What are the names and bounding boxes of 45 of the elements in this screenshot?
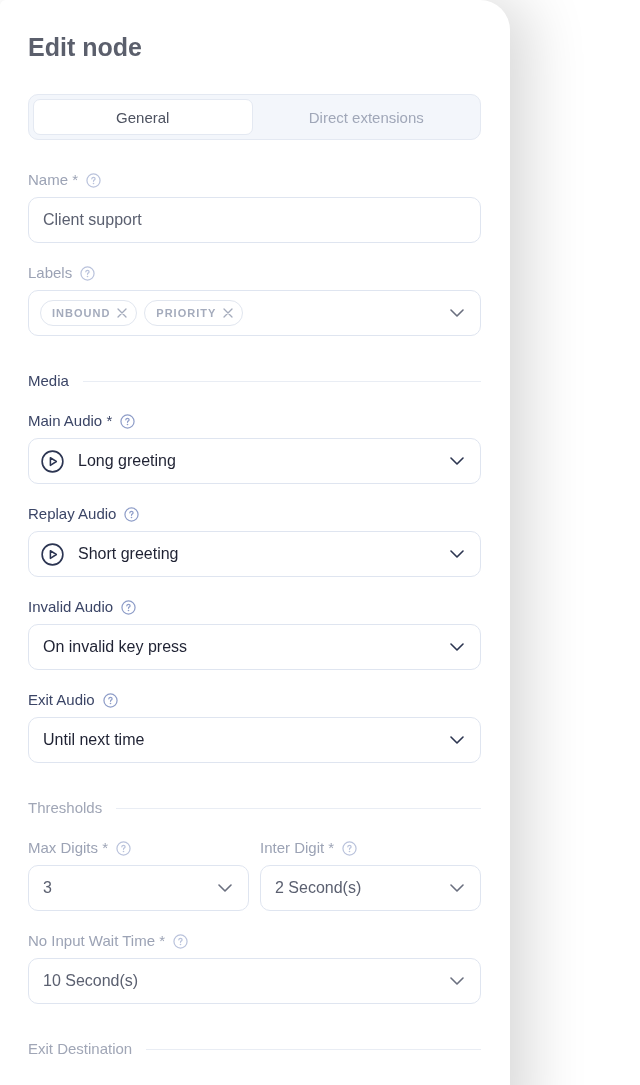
field-label: Invalid Audio — [28, 597, 114, 617]
help-icon[interactable] — [80, 265, 96, 281]
tab[interactable]: General — [33, 99, 253, 135]
field-label: Max Digits * — [28, 838, 109, 858]
tag-text: PRIORITY — [156, 307, 217, 319]
chevron-down-icon — [450, 309, 464, 317]
tag-text: INBOUND — [52, 307, 111, 319]
dropdown-select[interactable]: 3 — [28, 865, 249, 911]
field-label: Replay Audio — [28, 504, 117, 524]
section-heading: Thresholds — [28, 798, 103, 818]
help-icon[interactable] — [116, 840, 132, 856]
field-label: No Input Wait Time * — [28, 931, 165, 951]
dropdown-select[interactable]: On invalid key press — [28, 624, 481, 670]
field-label: Main Audio * — [28, 411, 113, 431]
remove-icon[interactable] — [223, 308, 234, 318]
field-label: Name * — [28, 170, 79, 190]
help-icon[interactable] — [173, 933, 188, 949]
name-input[interactable]: Client support — [28, 197, 481, 243]
help-icon[interactable] — [102, 692, 118, 708]
section-heading: Media — [28, 371, 69, 391]
chevron-down-icon — [450, 736, 464, 744]
dropdown-select[interactable]: 2 Second(s) — [260, 865, 481, 911]
chevron-down-icon — [450, 884, 464, 892]
help-icon[interactable] — [86, 172, 102, 188]
dropdown-select[interactable]: Until next time — [28, 717, 481, 763]
chevron-down-icon — [450, 457, 464, 465]
chevron-down-icon — [450, 977, 464, 985]
help-icon[interactable] — [124, 506, 140, 522]
help-icon[interactable] — [121, 599, 137, 615]
field-label: Inter Digit * — [260, 838, 335, 858]
play-icon[interactable] — [41, 542, 64, 566]
play-icon[interactable] — [41, 449, 64, 473]
chevron-down-icon — [450, 550, 464, 558]
help-icon[interactable] — [120, 413, 136, 429]
remove-icon[interactable] — [117, 308, 128, 318]
field-label: Labels — [28, 263, 73, 283]
chevron-down-icon — [450, 643, 464, 651]
audio-select[interactable]: Long greeting — [28, 438, 481, 484]
field-label: Exit Audio — [28, 690, 95, 710]
panel-title: Edit node — [28, 32, 143, 63]
chevron-down-icon — [218, 884, 232, 892]
audio-select[interactable]: Short greeting — [28, 531, 481, 577]
section-heading: Exit Destination — [28, 1039, 133, 1059]
dropdown-select[interactable]: 10 Second(s) — [28, 958, 481, 1004]
help-icon[interactable] — [342, 840, 358, 856]
